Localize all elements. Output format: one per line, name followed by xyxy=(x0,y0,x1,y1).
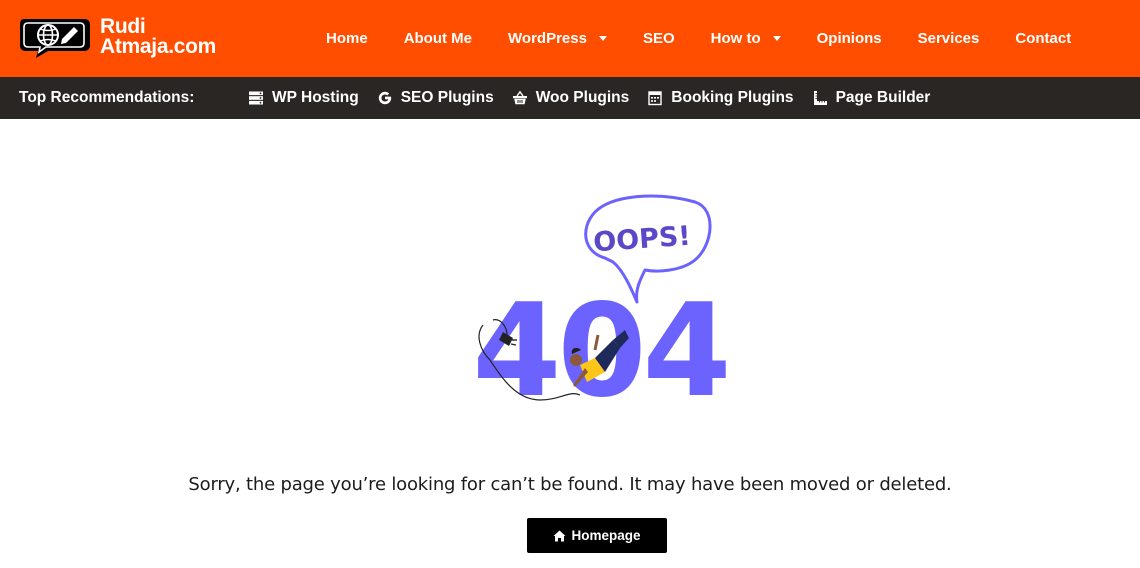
basket-icon xyxy=(512,90,527,105)
recommendations-title: Top Recommendations: xyxy=(19,89,195,106)
homepage-button-label: Homepage xyxy=(571,528,641,543)
recommendations-bar: Top Recommendations: WP Hosting SEO Plug… xyxy=(0,77,1140,119)
calendar-icon xyxy=(648,91,662,106)
rec-woo-plugins[interactable]: Woo Plugins xyxy=(512,89,629,107)
site-header: Rudi Atmaja.com Home About Me WordPress … xyxy=(0,0,1140,77)
nav-contact[interactable]: Contact xyxy=(997,0,1089,77)
error-message: Sorry, the page you’re looking for can’t… xyxy=(188,474,952,495)
chevron-down-icon xyxy=(598,36,607,41)
error-404-illustration: OOPS! 404 xyxy=(472,194,732,415)
rec-booking-plugins[interactable]: Booking Plugins xyxy=(647,89,794,107)
brand-line-2: Atmaja.com xyxy=(100,35,217,58)
nav-opinions[interactable]: Opinions xyxy=(799,0,900,77)
nav-wordpress[interactable]: WordPress xyxy=(490,0,625,77)
nav-about-me[interactable]: About Me xyxy=(386,0,490,77)
nav-services[interactable]: Services xyxy=(900,0,998,77)
brand-line-1: Rudi xyxy=(100,15,146,38)
oops-text: OOPS! xyxy=(592,221,691,259)
rec-wp-hosting[interactable]: WP Hosting xyxy=(248,89,359,107)
nav-how-to[interactable]: How to xyxy=(693,0,799,77)
homepage-button[interactable]: Homepage xyxy=(527,518,667,553)
site-logo[interactable]: Rudi Atmaja.com xyxy=(18,15,216,59)
rec-seo-plugins[interactable]: SEO Plugins xyxy=(377,89,494,107)
rec-page-builder[interactable]: Page Builder xyxy=(812,89,930,107)
main-nav: Home About Me WordPress SEO How to Opini… xyxy=(308,0,1089,77)
nav-seo[interactable]: SEO xyxy=(625,0,693,77)
server-icon xyxy=(249,91,263,105)
globe-pen-speech-icon xyxy=(20,19,90,58)
chevron-down-icon xyxy=(772,36,781,41)
home-icon xyxy=(553,530,566,541)
nav-home[interactable]: Home xyxy=(308,0,386,77)
google-icon xyxy=(378,91,391,105)
ruler-icon xyxy=(813,91,827,105)
error-code-text: 404 xyxy=(472,277,727,415)
